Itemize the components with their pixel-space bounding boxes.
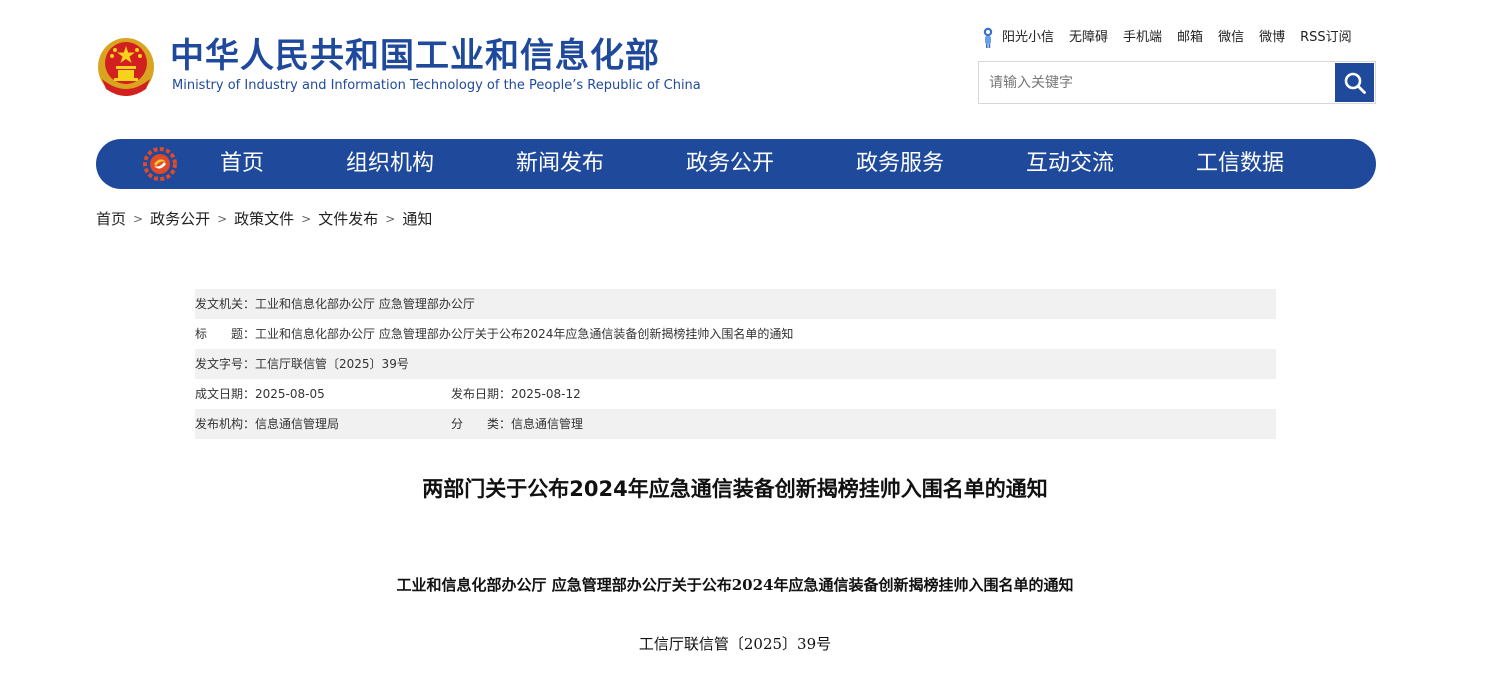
breadcrumb-separator: > — [301, 212, 312, 226]
top-link-sunshine[interactable]: 阳光小信 — [1002, 27, 1054, 49]
mascot-icon[interactable] — [980, 27, 996, 49]
article-subtitle: 工业和信息化部办公厅 应急管理部办公厅关于公布2024年应急通信装备创新揭榜挂帅… — [396, 576, 1074, 594]
meta-created-value: 2025-08-05 — [255, 387, 325, 401]
meta-title: 标 题：工业和信息化部办公厅 应急管理部办公厅关于公布2024年应急通信装备创新… — [195, 319, 793, 349]
meta-category-label: 分 类： — [451, 417, 512, 431]
meta-row-docno: 发文字号：工信厅联信管〔2025〕39号 — [195, 349, 1276, 379]
article-title: 两部门关于公布2024年应急通信装备创新揭榜挂帅入围名单的通知 — [422, 477, 1048, 501]
search-button[interactable] — [1335, 63, 1374, 102]
nav-item-government-affairs[interactable]: 政务公开 — [660, 139, 800, 189]
top-links-bar: 阳光小信 无障碍 手机端 邮箱 微信 微博 RSS订阅 — [980, 27, 1352, 49]
breadcrumb-separator: > — [385, 212, 396, 226]
meta-published-value: 2025-08-12 — [511, 387, 581, 401]
meta-issuer: 发文机关：工业和信息化部办公厅 应急管理部办公厅 — [195, 289, 475, 319]
meta-row-org: 发布机构：信息通信管理局 分 类：信息通信管理 — [195, 409, 1276, 439]
article-document-number: 工信厅联信管〔2025〕39号 — [638, 635, 832, 653]
breadcrumb-notice[interactable]: 通知 — [402, 208, 432, 230]
meta-docno-label: 发文字号： — [195, 357, 256, 371]
meta-issuer-value: 工业和信息化部办公厅 应急管理部办公厅 — [255, 297, 475, 311]
meta-published: 发布日期：2025-08-12 — [451, 379, 581, 409]
top-link-mobile[interactable]: 手机端 — [1123, 27, 1162, 49]
breadcrumb-government-affairs[interactable]: 政务公开 — [150, 208, 210, 230]
meta-row-dates: 成文日期：2025-08-05 发布日期：2025-08-12 — [195, 379, 1276, 409]
breadcrumb-separator: > — [217, 212, 228, 226]
nav-item-data[interactable]: 工信数据 — [1170, 139, 1310, 189]
nav-item-government-services[interactable]: 政务服务 — [830, 139, 970, 189]
top-link-rss[interactable]: RSS订阅 — [1300, 27, 1352, 49]
meta-category: 分 类：信息通信管理 — [451, 409, 583, 439]
breadcrumb-policy-documents[interactable]: 政策文件 — [234, 208, 294, 230]
document-meta-table: 发文机关：工业和信息化部办公厅 应急管理部办公厅 标 题：工业和信息化部办公厅 … — [195, 289, 1276, 439]
breadcrumb-separator: > — [133, 212, 144, 226]
meta-issuer-label: 发文机关： — [195, 297, 256, 311]
meta-docno-value: 工信厅联信管〔2025〕39号 — [255, 357, 409, 371]
national-emblem-logo — [98, 38, 154, 96]
meta-title-value: 工业和信息化部办公厅 应急管理部办公厅关于公布2024年应急通信装备创新揭榜挂帅… — [255, 327, 794, 341]
search-box — [978, 61, 1376, 104]
meta-published-label: 发布日期： — [451, 387, 512, 401]
nav-item-home[interactable]: 首页 — [172, 139, 312, 189]
meta-row-title: 标 题：工业和信息化部办公厅 应急管理部办公厅关于公布2024年应急通信装备创新… — [195, 319, 1276, 349]
meta-title-label: 标 题： — [195, 327, 256, 341]
nav-item-organization[interactable]: 组织机构 — [320, 139, 460, 189]
top-link-accessibility[interactable]: 无障碍 — [1069, 27, 1108, 49]
meta-row-issuer: 发文机关：工业和信息化部办公厅 应急管理部办公厅 — [195, 289, 1276, 319]
site-subtitle: Ministry of Industry and Information Tec… — [172, 78, 701, 93]
main-navigation: 首页 组织机构 新闻发布 政务公开 政务服务 互动交流 工信数据 — [96, 139, 1376, 189]
top-link-weibo[interactable]: 微博 — [1259, 27, 1285, 49]
breadcrumb-home[interactable]: 首页 — [96, 208, 126, 230]
meta-docno: 发文字号：工信厅联信管〔2025〕39号 — [195, 349, 409, 379]
meta-org-label: 发布机构： — [195, 417, 256, 431]
meta-category-value: 信息通信管理 — [511, 417, 584, 431]
meta-created: 成文日期：2025-08-05 — [195, 379, 325, 409]
meta-created-label: 成文日期： — [195, 387, 256, 401]
search-icon — [1344, 72, 1366, 94]
meta-org-value: 信息通信管理局 — [255, 417, 340, 431]
breadcrumb-document-release[interactable]: 文件发布 — [318, 208, 378, 230]
meta-org: 发布机构：信息通信管理局 — [195, 409, 339, 439]
nav-item-interaction[interactable]: 互动交流 — [1000, 139, 1140, 189]
search-input[interactable] — [979, 62, 1334, 103]
top-link-mailbox[interactable]: 邮箱 — [1177, 27, 1203, 49]
nav-item-news[interactable]: 新闻发布 — [490, 139, 630, 189]
site-title: 中华人民共和国工业和信息化部 — [170, 36, 660, 76]
top-link-wechat[interactable]: 微信 — [1218, 27, 1244, 49]
breadcrumb: 首页 > 政务公开 > 政策文件 > 文件发布 > 通知 — [96, 208, 432, 230]
